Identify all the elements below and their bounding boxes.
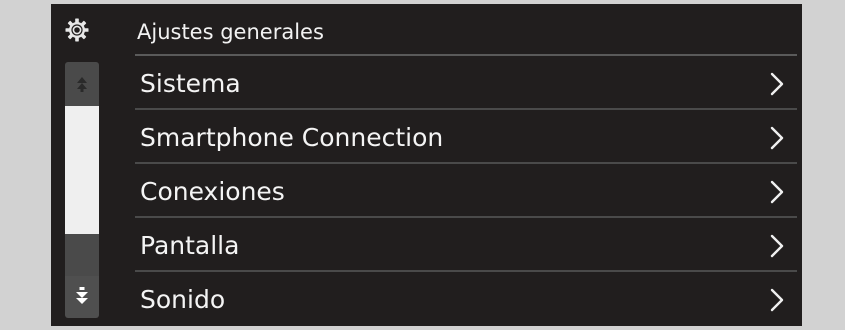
gear-icon	[65, 18, 89, 42]
scroll-down-button[interactable]	[65, 276, 99, 318]
chevron-right-icon	[770, 72, 784, 96]
menu-item-sonido[interactable]: Sonido	[135, 272, 797, 324]
settings-screen: Ajustes generales Sistema Smartphone Con…	[51, 4, 802, 326]
scroll-up-button[interactable]	[65, 62, 99, 106]
menu-item-label: Sistema	[140, 69, 241, 98]
chevron-right-icon	[770, 180, 784, 204]
scroll-up-arrows-icon	[77, 77, 87, 92]
menu-item-sistema[interactable]: Sistema	[135, 56, 797, 110]
settings-menu-list: Sistema Smartphone Connection Conexiones…	[135, 56, 797, 324]
menu-item-label: Sonido	[140, 285, 226, 314]
scroll-thumb[interactable]	[65, 106, 99, 234]
menu-item-label: Conexiones	[140, 177, 285, 206]
scrollbar[interactable]	[65, 62, 99, 318]
chevron-right-icon	[770, 234, 784, 258]
chevron-right-icon	[770, 126, 784, 150]
menu-item-smartphone-connection[interactable]: Smartphone Connection	[135, 110, 797, 164]
menu-item-pantalla[interactable]: Pantalla	[135, 218, 797, 272]
header: Ajustes generales	[51, 4, 802, 56]
scroll-track[interactable]	[65, 234, 99, 276]
scroll-down-arrows-icon	[76, 287, 88, 304]
menu-item-conexiones[interactable]: Conexiones	[135, 164, 797, 218]
chevron-right-icon	[770, 288, 784, 312]
menu-item-label: Smartphone Connection	[140, 123, 444, 152]
page-title: Ajustes generales	[137, 20, 324, 44]
menu-item-label: Pantalla	[140, 231, 240, 260]
